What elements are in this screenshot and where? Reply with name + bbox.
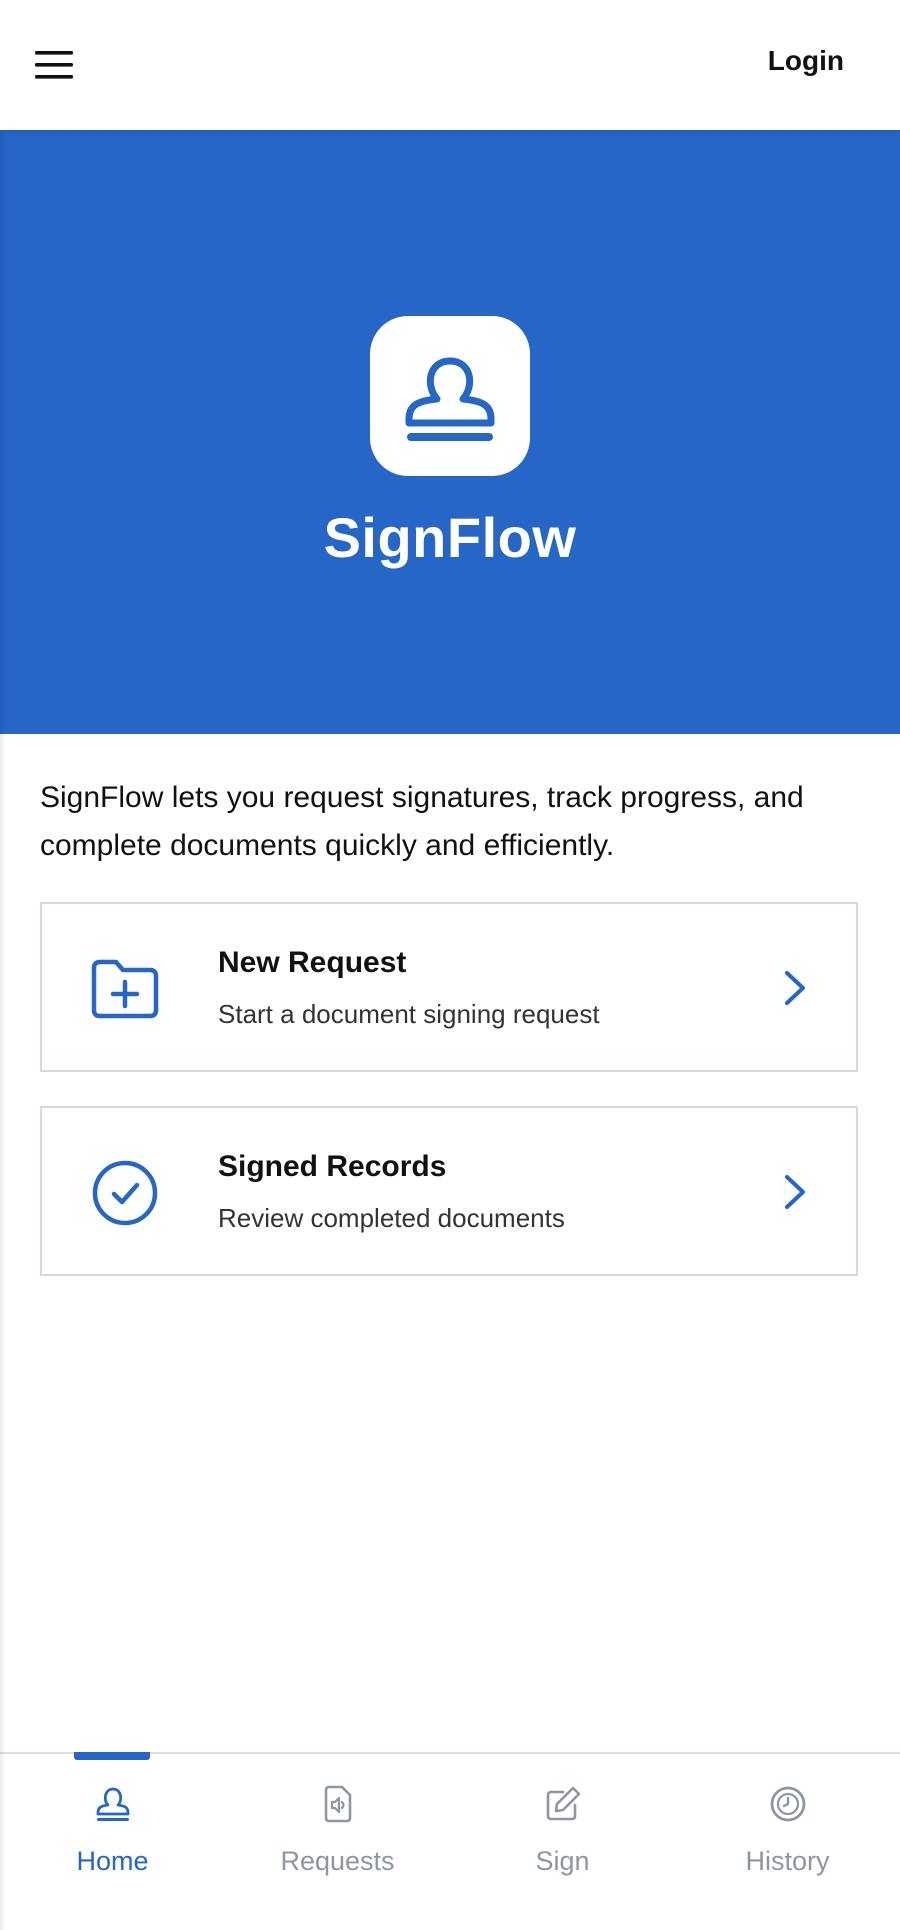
card-title: Signed Records xyxy=(218,1150,447,1183)
intro-description: SignFlow lets you request signatures, tr… xyxy=(40,781,804,862)
nav-label: Sign xyxy=(535,1846,590,1876)
card-title: New Request xyxy=(218,946,407,979)
new-request-card[interactable]: New Request Start a document signing req… xyxy=(40,902,858,1072)
folder-plus-icon xyxy=(90,954,160,1024)
card-subtitle: Review completed documents xyxy=(218,1203,565,1233)
nav-item-sign[interactable]: Sign xyxy=(450,1754,675,1930)
chevron-right-icon xyxy=(780,968,810,1008)
document-audio-icon xyxy=(225,1780,450,1828)
clock-circle-icon xyxy=(675,1780,900,1828)
app-screen: Login SignFlow SignFlow lets you request… xyxy=(0,0,900,1930)
nav-label: Home xyxy=(76,1846,149,1876)
hero-banner: SignFlow xyxy=(0,130,900,734)
active-tab-indicator xyxy=(74,1752,150,1760)
menu-button[interactable] xyxy=(26,40,82,90)
card-subtitle: Start a document signing request xyxy=(218,999,600,1029)
chevron-right-icon xyxy=(780,1172,810,1212)
top-bar: Login xyxy=(0,0,900,130)
login-link[interactable]: Login xyxy=(768,45,844,77)
nav-item-requests[interactable]: Requests xyxy=(225,1754,450,1930)
nav-item-history[interactable]: History xyxy=(675,1754,900,1930)
nav-label: History xyxy=(745,1846,830,1876)
nav-label: Requests xyxy=(280,1846,395,1876)
check-circle-icon xyxy=(90,1158,160,1228)
bottom-navigation: Home Requests Sign History xyxy=(0,1752,900,1930)
stamp-icon xyxy=(0,1780,225,1828)
nav-item-home[interactable]: Home xyxy=(0,1752,225,1930)
stamp-icon xyxy=(405,357,495,441)
app-logo xyxy=(370,316,530,476)
pen-edit-icon xyxy=(450,1780,675,1828)
hamburger-menu-icon xyxy=(35,51,73,79)
signed-records-card[interactable]: Signed Records Review completed document… xyxy=(40,1106,858,1276)
app-title: SignFlow xyxy=(323,506,577,569)
